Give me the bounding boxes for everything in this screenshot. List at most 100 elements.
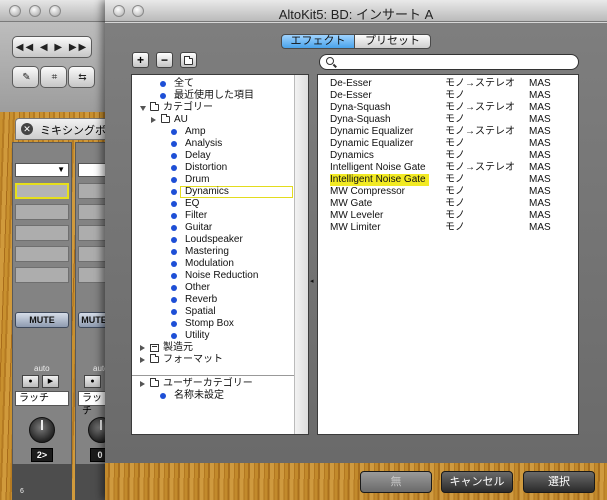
disclosure-collapsed-icon[interactable]: [151, 117, 156, 123]
tree-item[interactable]: Dynamics: [171, 186, 293, 198]
effect-format: MAS: [529, 138, 551, 149]
pane-splitter-handle[interactable]: ◂: [310, 277, 314, 285]
tree-item[interactable]: 名称未設定: [132, 390, 295, 402]
search-field[interactable]: [319, 54, 579, 70]
effect-row[interactable]: Dynamic Equalizer モノ→ステレオ MAS: [318, 126, 578, 138]
tree-item[interactable]: Delay: [132, 150, 295, 162]
tree-item[interactable]: Amp: [132, 126, 295, 138]
cancel-button[interactable]: キャンセル: [441, 471, 513, 493]
tree-item-label: 最近使用した項目: [174, 90, 254, 101]
none-button[interactable]: 無: [360, 471, 432, 493]
tab-presets[interactable]: プリセット: [354, 34, 431, 49]
insert-slot[interactable]: [15, 225, 69, 241]
tree-item[interactable]: EQ: [132, 198, 295, 210]
mixer-tab[interactable]: ✕ ミキシングボ: [15, 118, 110, 140]
effect-format: MAS: [529, 114, 551, 125]
tree-item[interactable]: ユーザーカテゴリー: [132, 378, 295, 390]
effect-name: De-Esser: [330, 90, 372, 101]
bullet-icon: [171, 141, 177, 147]
bullet-icon: [171, 297, 177, 303]
tree-item[interactable]: Analysis: [132, 138, 295, 150]
disclosure-collapsed-icon[interactable]: [140, 345, 145, 351]
transport-controls[interactable]: ◀◀ ◀ ▶ ▶▶: [12, 36, 92, 58]
minimize-window-icon[interactable]: [29, 5, 41, 17]
tree-item-label: フォーマット: [163, 354, 223, 365]
tree-item[interactable]: Filter: [132, 210, 295, 222]
tool-marquee-icon[interactable]: ⌗: [40, 66, 67, 88]
tree-item[interactable]: Mastering: [132, 246, 295, 258]
bullet-icon: [160, 93, 166, 99]
tree-item[interactable]: Utility: [132, 330, 295, 342]
tree-item[interactable]: Noise Reduction: [132, 270, 295, 282]
auto-play-button[interactable]: ▶: [42, 375, 59, 388]
effect-channels: モノ→ステレオ: [445, 78, 515, 89]
tree-item[interactable]: Other: [132, 282, 295, 294]
auto-record-button[interactable]: ●: [22, 375, 39, 388]
tab-effects[interactable]: エフェクト: [281, 34, 355, 49]
effect-row[interactable]: De-Esser モノ→ステレオ MAS: [318, 78, 578, 90]
effect-channels: モノ: [445, 138, 465, 149]
tree-item[interactable]: Reverb: [132, 294, 295, 306]
tree-item-label: Guitar: [185, 222, 213, 233]
tree-item[interactable]: Guitar: [132, 222, 295, 234]
remove-category-button[interactable]: −: [156, 52, 173, 68]
effect-row[interactable]: De-Esser モノ MAS: [318, 90, 578, 102]
close-tab-icon[interactable]: ✕: [21, 123, 33, 135]
tree-item[interactable]: Modulation: [132, 258, 295, 270]
tool-pencil-icon[interactable]: ✎: [12, 66, 39, 88]
close-window-icon[interactable]: [9, 5, 21, 17]
bullet-icon: [171, 333, 177, 339]
bullet-icon: [171, 237, 177, 243]
tree-item[interactable]: Spatial: [132, 306, 295, 318]
automation-mode-latch[interactable]: ラッチ: [15, 391, 69, 406]
effect-row[interactable]: MW Limiter モノ MAS: [318, 222, 578, 234]
effect-name: De-Esser: [330, 78, 372, 89]
insert-slot-selected[interactable]: [15, 183, 69, 199]
effect-row[interactable]: MW Gate モノ MAS: [318, 198, 578, 210]
disclosure-collapsed-icon[interactable]: [140, 357, 145, 363]
tool-arrow-icon[interactable]: ⇆: [68, 66, 95, 88]
tree-item[interactable]: Loudspeaker: [132, 234, 295, 246]
effect-row[interactable]: Dyna-Squash モノ→ステレオ MAS: [318, 102, 578, 114]
tree-item[interactable]: 製造元: [132, 342, 295, 354]
tree-item[interactable]: Distortion: [132, 162, 295, 174]
tree-scrollbar[interactable]: [294, 75, 308, 434]
tree-item[interactable]: 全て: [132, 78, 295, 90]
effect-row[interactable]: MW Compressor モノ MAS: [318, 186, 578, 198]
pan-knob[interactable]: [29, 417, 55, 443]
search-icon: [326, 57, 334, 65]
tree-item[interactable]: 最近使用した項目: [132, 90, 295, 102]
disclosure-expanded-icon[interactable]: [140, 106, 146, 111]
tree-item[interactable]: AU: [132, 114, 295, 126]
tree-item[interactable]: フォーマット: [132, 354, 295, 366]
effect-format: MAS: [529, 222, 551, 233]
effect-row[interactable]: Dyna-Squash モノ MAS: [318, 114, 578, 126]
effect-name: MW Limiter: [330, 222, 381, 233]
folder-icon: [150, 102, 159, 111]
effect-channels: モノ: [445, 174, 465, 185]
add-category-button[interactable]: +: [132, 52, 149, 68]
tree-item[interactable]: Drum: [132, 174, 295, 186]
insert-slot[interactable]: [15, 246, 69, 262]
mute-button[interactable]: MUTE: [15, 312, 69, 328]
tree-item-label: Dynamics: [185, 186, 229, 197]
effect-row[interactable]: Dynamic Equalizer モノ MAS: [318, 138, 578, 150]
effect-row[interactable]: Intelligent Noise Gate モノ MAS: [318, 174, 578, 186]
strip-input-dropdown[interactable]: ▼: [15, 163, 69, 177]
effect-row[interactable]: MW Leveler モノ MAS: [318, 210, 578, 222]
disclosure-collapsed-icon[interactable]: [140, 381, 145, 387]
effect-row[interactable]: Intelligent Noise Gate モノ→ステレオ MAS: [318, 162, 578, 174]
tree-item[interactable]: Stomp Box: [132, 318, 295, 330]
new-folder-button[interactable]: [180, 52, 197, 68]
auto-record-button[interactable]: ●: [84, 375, 101, 388]
effect-channels: モノ: [445, 114, 465, 125]
tree-item[interactable]: カテゴリー: [132, 102, 295, 114]
select-button[interactable]: 選択: [523, 471, 595, 493]
insert-slot[interactable]: [15, 204, 69, 220]
effect-row[interactable]: Dynamics モノ MAS: [318, 150, 578, 162]
bullet-icon: [171, 249, 177, 255]
zoom-window-icon[interactable]: [49, 5, 61, 17]
insert-slot[interactable]: [15, 267, 69, 283]
tree-item-label: 名称未設定: [174, 390, 224, 401]
search-input[interactable]: [338, 56, 573, 68]
